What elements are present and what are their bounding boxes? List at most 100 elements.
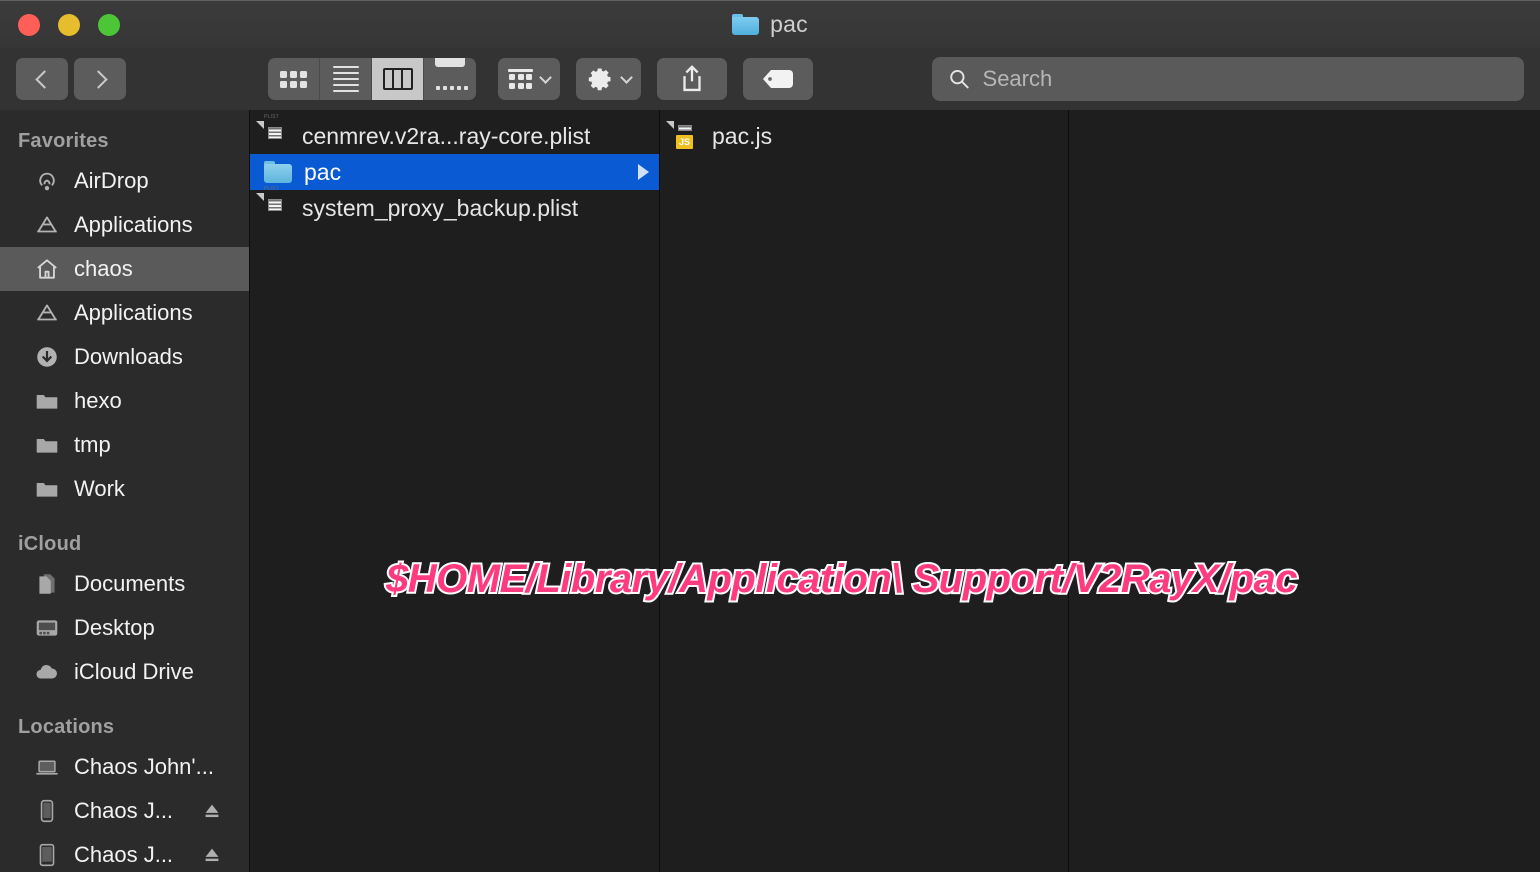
finder-toolbar [0, 48, 1540, 110]
window-title: pac [770, 11, 808, 37]
group-items-button[interactable] [498, 58, 560, 100]
sidebar-item-label: Desktop [74, 615, 155, 640]
ipad-icon [34, 842, 60, 868]
navigation-group [16, 58, 126, 100]
folder-icon [264, 161, 292, 183]
sidebar-item-downloads[interactable]: Downloads [0, 335, 249, 379]
sidebar-section-favorites: Favorites [18, 130, 109, 152]
column-2[interactable]: JS pac.js [660, 110, 1069, 872]
finder-body: Favorites AirDrop Applications chaos App… [0, 110, 1540, 872]
file-row-system-proxy-backup[interactable]: PLIST system_proxy_backup.plist [250, 186, 659, 226]
chevron-down-icon [539, 70, 552, 84]
gear-icon [588, 68, 611, 91]
file-name: pac.js [712, 122, 773, 149]
applications-icon [34, 212, 60, 238]
sidebar-item-label: iCloud Drive [74, 659, 194, 684]
sidebar-item-tmp[interactable]: tmp [0, 423, 249, 467]
sidebar-item-label: Chaos J... [74, 798, 174, 823]
sidebar-section-icloud: iCloud [18, 533, 82, 555]
file-row-plist[interactable]: PLIST cenmrev.v2ra...ray-core.plist [250, 114, 659, 154]
laptop-icon [34, 754, 60, 780]
window-title-group: pac [0, 1, 1540, 48]
sidebar-item-hexo[interactable]: hexo [0, 379, 249, 423]
column-1[interactable]: PLIST cenmrev.v2ra...ray-core.plist pac … [250, 110, 660, 872]
cloud-icon [34, 659, 60, 685]
folder-name: pac [304, 158, 342, 185]
home-icon [34, 256, 60, 282]
sidebar-item-label: Work [74, 476, 125, 501]
column-view-button[interactable] [372, 58, 424, 100]
sidebar-item-label: hexo [74, 388, 122, 413]
sidebar-item-label: Downloads [74, 344, 183, 369]
sidebar-item-desktop[interactable]: Desktop [0, 606, 249, 650]
plist-file-icon: PLIST [264, 186, 290, 223]
columns-icon [382, 68, 413, 90]
search-icon [950, 69, 969, 89]
sidebar-item-chaos[interactable]: chaos [0, 247, 249, 291]
maximize-button[interactable] [98, 13, 120, 36]
share-button[interactable] [657, 58, 727, 100]
list-icon [332, 65, 359, 93]
tag-icon [763, 70, 793, 88]
window-titlebar: pac [0, 0, 1540, 48]
folder-icon [732, 14, 760, 35]
search-container [932, 57, 1524, 101]
sidebar-item-label: Applications [74, 300, 193, 325]
traffic-light-group [18, 13, 120, 36]
gallery-icon [422, 58, 476, 100]
chevron-right-icon [88, 69, 108, 89]
search-input[interactable] [982, 66, 1508, 92]
column-browser: PLIST cenmrev.v2ra...ray-core.plist pac … [250, 110, 1540, 872]
sidebar-item-airdrop[interactable]: AirDrop [0, 159, 249, 203]
file-name: cenmrev.v2ra...ray-core.plist [302, 122, 591, 149]
sidebar-item-label: Documents [74, 571, 186, 596]
column-3[interactable] [1069, 110, 1540, 872]
share-icon [683, 65, 701, 92]
file-name: system_proxy_backup.plist [302, 194, 579, 221]
folder-icon [34, 476, 60, 502]
minimize-button[interactable] [58, 13, 80, 36]
sidebar-item-documents[interactable]: Documents [0, 562, 249, 606]
folder-row-pac[interactable]: pac [250, 154, 659, 190]
group-icon [508, 69, 533, 89]
icon-view-button[interactable] [268, 58, 320, 100]
list-view-button[interactable] [320, 58, 372, 100]
sidebar-section-locations: Locations [18, 716, 115, 738]
sidebar-item-chaos-j-ipad[interactable]: Chaos J... [0, 833, 249, 872]
sidebar-item-label: chaos [74, 256, 133, 281]
view-mode-segmented-control [268, 58, 476, 100]
gallery-view-button[interactable] [424, 58, 476, 100]
plist-file-icon: PLIST [264, 114, 290, 151]
sidebar-item-applications[interactable]: Applications [0, 203, 249, 247]
action-menu-button[interactable] [576, 58, 641, 100]
sidebar-item-label: Applications [74, 212, 193, 237]
close-button[interactable] [18, 13, 40, 36]
sidebar-item-label: AirDrop [74, 168, 149, 193]
sidebar-item-label: Chaos J... [74, 842, 174, 867]
sidebar-item-label: Chaos John'... [74, 754, 214, 779]
sidebar-item-label: tmp [74, 432, 111, 457]
finder-window: pac Search Favorites AirDrop Application… [0, 0, 1540, 872]
disclosure-arrow-icon [638, 164, 649, 180]
grid-icon [280, 70, 307, 88]
desktop-icon [34, 615, 60, 641]
chevron-down-icon-2 [620, 70, 633, 84]
forward-button[interactable] [74, 58, 126, 100]
finder-sidebar[interactable]: Favorites AirDrop Applications chaos App… [0, 110, 250, 872]
back-button[interactable] [16, 58, 68, 100]
file-row-pac-js[interactable]: JS pac.js [660, 118, 1068, 154]
folder-icon [34, 388, 60, 414]
folder-icon [34, 432, 60, 458]
path-annotation: $HOME/Library/Application\ Support/V2Ray… [384, 555, 1300, 603]
sidebar-item-chaos-johns-macbook[interactable]: Chaos John'... [0, 745, 249, 789]
sidebar-item-applications-2[interactable]: Applications [0, 291, 249, 335]
iphone-icon [34, 798, 60, 824]
sidebar-item-work[interactable]: Work [0, 467, 249, 511]
search-field[interactable] [932, 57, 1524, 101]
applications-icon [34, 300, 60, 326]
chevron-left-icon [34, 69, 54, 89]
tags-button[interactable] [743, 58, 813, 100]
sidebar-item-chaos-j-iphone[interactable]: Chaos J... [0, 789, 249, 833]
sidebar-item-icloud-drive[interactable]: iCloud Drive [0, 650, 249, 694]
js-file-icon: JS [674, 121, 700, 151]
